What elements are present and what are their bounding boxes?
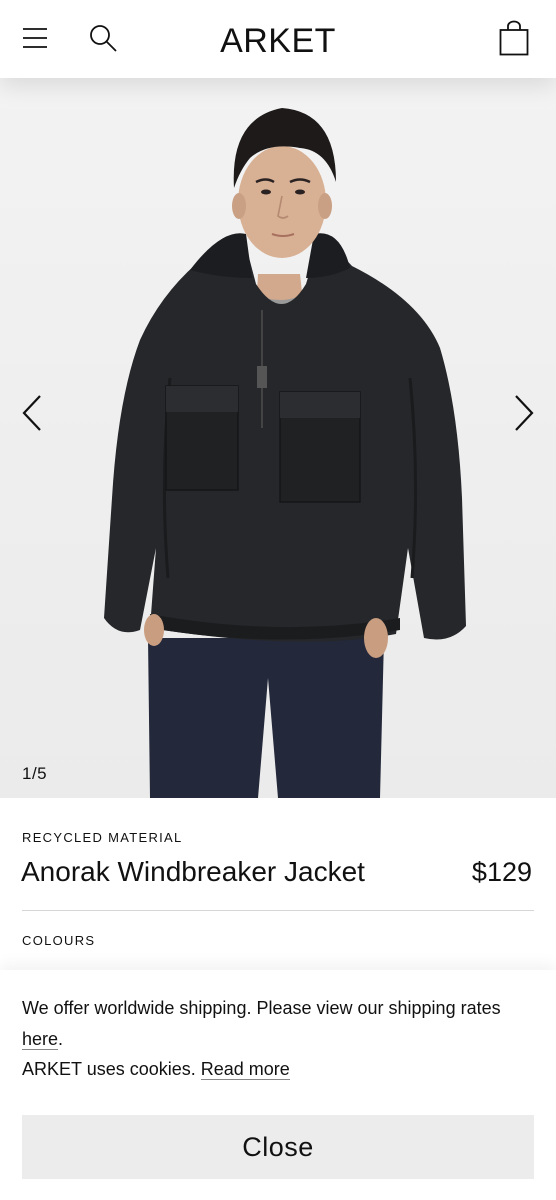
- image-counter: 1/5: [22, 764, 48, 783]
- chevron-left-icon: [22, 395, 41, 431]
- shopping-bag-icon: [499, 20, 529, 56]
- cookie-text: ARKET uses cookies.: [22, 1059, 201, 1079]
- colours-label: COLOURS: [22, 933, 96, 948]
- shipping-notice: We offer worldwide shipping. Please view…: [22, 993, 542, 1055]
- product-tag: RECYCLED MATERIAL: [22, 830, 183, 845]
- divider: [22, 910, 534, 911]
- next-image-button[interactable]: [502, 388, 546, 438]
- product-name: Anorak Windbreaker Jacket: [21, 856, 365, 887]
- close-button[interactable]: Close: [22, 1115, 534, 1179]
- read-more-link[interactable]: Read more: [200, 1059, 290, 1080]
- cookie-banner: We offer worldwide shipping. Please view…: [0, 970, 556, 1200]
- shipping-text: We offer worldwide shipping. Please view…: [22, 998, 501, 1018]
- shipping-text-end: .: [58, 1029, 64, 1049]
- product-price: $129: [471, 857, 532, 887]
- chevron-right-icon: [515, 395, 534, 431]
- shipping-rates-link[interactable]: here: [22, 1029, 59, 1050]
- previous-image-button[interactable]: [10, 388, 54, 438]
- brand-logo[interactable]: ARKET: [0, 22, 556, 61]
- product-photo: [104, 108, 466, 798]
- shopping-bag-button[interactable]: [492, 16, 536, 60]
- site-header: ARKET: [0, 0, 556, 78]
- product-image-gallery[interactable]: 1/5: [0, 78, 556, 798]
- cookie-notice: ARKET uses cookies. Read more: [22, 1054, 290, 1085]
